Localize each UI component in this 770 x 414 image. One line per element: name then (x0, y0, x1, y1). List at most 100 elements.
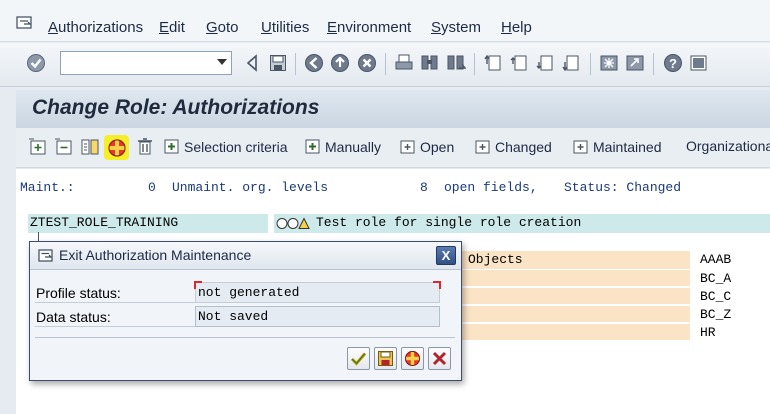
title-bar: Change Role: Authorizations (16, 90, 770, 128)
org-code: BC_C (700, 289, 732, 304)
open-button[interactable]: Open (399, 138, 454, 156)
toolbar-separator (474, 53, 475, 75)
changed-icon (475, 140, 490, 154)
generate-button[interactable] (401, 347, 424, 370)
menu-environment[interactable]: Environment (327, 19, 411, 36)
menu-goto[interactable]: Goto (206, 19, 239, 36)
command-field[interactable] (60, 51, 232, 75)
maintained-button[interactable]: Maintained (572, 138, 662, 156)
find-next-icon[interactable] (446, 53, 466, 73)
cancel-button[interactable] (428, 347, 451, 370)
next-page-icon[interactable] (536, 53, 556, 73)
manually-button[interactable]: Manually (304, 138, 381, 156)
role-name-row[interactable]: ZTEST_ROLE_TRAINING (28, 214, 268, 233)
data-status-value: Not saved (198, 309, 269, 324)
status-label: Status: Changed (564, 180, 682, 195)
objects-row[interactable]: Objects (462, 251, 690, 269)
open-fields-value: 8 (420, 180, 428, 195)
manually-label: Manually (325, 139, 382, 155)
checkmark-icon (350, 352, 367, 366)
profile-status-value: not generated (198, 285, 300, 300)
menu-authorizations[interactable]: Authorizations (48, 19, 143, 36)
role-description: Test role for single role creation (316, 215, 582, 230)
dialog-divider (35, 337, 455, 338)
print-icon[interactable] (394, 53, 414, 73)
confirm-button[interactable] (347, 347, 370, 370)
dialog-window-icon (38, 249, 53, 262)
exit-authorization-dialog: Exit Authorization Maintenance X Profile… (29, 241, 462, 381)
menu-system[interactable]: System (431, 19, 481, 36)
previous-page-icon[interactable] (510, 53, 530, 73)
generate-profile-icon (405, 351, 420, 366)
menu-edit[interactable]: Edit (159, 19, 185, 36)
save-button[interactable] (374, 347, 397, 370)
command-input[interactable] (61, 52, 207, 74)
menu-utilities[interactable]: Utilities (261, 19, 309, 36)
back-icon[interactable] (242, 53, 262, 73)
profile-status-field[interactable]: not generated (194, 281, 441, 303)
system-menu-icon[interactable] (16, 16, 34, 30)
role-name: ZTEST_ROLE_TRAINING (30, 215, 179, 230)
help-icon[interactable]: ? (663, 53, 683, 73)
role-description-row[interactable]: Test role for single role creation (274, 214, 770, 233)
traffic-light-icon (276, 217, 310, 229)
open-label: Open (420, 139, 455, 155)
data-status-label-cell: Data status: (35, 306, 195, 327)
objects-label: Objects (468, 252, 523, 267)
save-icon[interactable] (268, 53, 288, 73)
selection-criteria-label: Selection criteria (184, 139, 288, 155)
first-page-icon[interactable] (484, 53, 504, 73)
dialog-title: Exit Authorization Maintenance (59, 247, 252, 263)
toolbar-separator (590, 53, 591, 75)
page-title: Change Role: Authorizations (32, 96, 320, 119)
dialog-title-bar[interactable]: Exit Authorization Maintenance X (30, 242, 461, 270)
org-code: BC_Z (700, 307, 732, 322)
open-icon (400, 140, 415, 154)
maint-value: 0 (148, 180, 156, 195)
toolbar-separator (653, 53, 654, 75)
maint-label: Maint.: (20, 180, 75, 195)
org-level-row[interactable] (462, 324, 690, 340)
back-nav-icon[interactable] (304, 53, 324, 73)
close-icon[interactable]: X (436, 246, 456, 265)
organizational-label: Organizational (686, 138, 770, 154)
layout-icon[interactable] (689, 53, 709, 73)
save-icon (378, 351, 393, 366)
technical-names-icon[interactable] (80, 137, 100, 157)
last-page-icon[interactable] (562, 53, 582, 73)
maintained-label: Maintained (593, 139, 662, 155)
manually-icon (305, 139, 320, 154)
menu-help[interactable]: Help (501, 19, 532, 36)
org-code: HR (700, 325, 716, 340)
data-status-field[interactable]: Not saved (195, 306, 440, 327)
chevron-down-icon[interactable] (217, 59, 227, 65)
data-status-label: Data status: (36, 309, 111, 325)
organizational-button[interactable]: Organizational (686, 138, 770, 154)
shortcut-icon[interactable] (625, 53, 645, 73)
collapse-all-icon[interactable] (54, 137, 74, 157)
org-level-row[interactable] (462, 306, 690, 322)
new-session-icon[interactable] (599, 53, 619, 73)
application-toolbar: Selection criteria Manually Open Changed… (16, 128, 770, 168)
changed-label: Changed (495, 139, 552, 155)
selection-criteria-icon (164, 139, 179, 154)
cancel-icon (432, 351, 447, 366)
org-code: BC_A (700, 271, 732, 286)
toolbar-separator (385, 53, 386, 75)
delete-icon[interactable] (135, 137, 155, 157)
org-level-row[interactable] (462, 270, 690, 286)
standard-toolbar: ? (0, 43, 770, 87)
unmaint-label: Unmaint. org. levels (172, 180, 329, 195)
find-icon[interactable] (420, 53, 440, 73)
open-fields-label: open fields, (444, 180, 538, 195)
org-level-row[interactable] (462, 288, 690, 304)
changed-button[interactable]: Changed (474, 138, 552, 156)
cancel-icon[interactable] (357, 53, 377, 73)
selection-criteria-button[interactable]: Selection criteria (163, 138, 288, 156)
enter-icon[interactable] (26, 53, 46, 73)
toolbar-separator (295, 53, 296, 75)
expand-all-icon[interactable] (28, 137, 48, 157)
profile-status-label-cell: Profile status: (35, 282, 195, 303)
generate-profile-icon[interactable] (107, 138, 127, 158)
exit-icon[interactable] (330, 53, 350, 73)
